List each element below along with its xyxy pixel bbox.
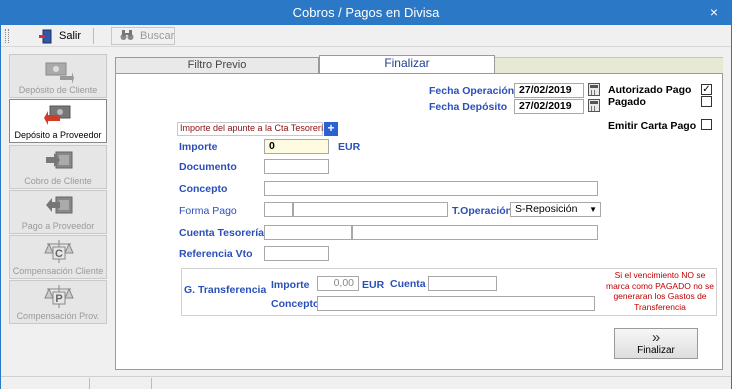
tab-finalizar[interactable]: Finalizar — [319, 55, 495, 74]
importe-currency: EUR — [338, 141, 361, 153]
transfer-currency: EUR — [362, 279, 385, 291]
exit-button[interactable]: Salir — [37, 27, 82, 45]
sidebar-item-compensacion-prov[interactable]: P Compensación Prov. — [9, 280, 107, 324]
tab-strip: Filtro Previo Finalizar — [115, 55, 723, 74]
grip-icon[interactable] — [5, 29, 9, 43]
finalizar-button-label: Finalizar — [637, 345, 675, 356]
emitir-carta-pago-checkbox[interactable] — [701, 119, 712, 130]
status-divider — [89, 378, 90, 389]
sidebar-item-deposito-proveedor[interactable]: Depósito a Proveedor — [9, 99, 107, 143]
forma-pago-code-field[interactable] — [264, 202, 293, 217]
cuenta-tesoreria-desc-field[interactable] — [352, 225, 598, 240]
transfer-cuenta-field[interactable] — [428, 276, 497, 291]
emitir-carta-pago-label: Emitir Carta Pago — [608, 120, 697, 132]
transfer-importe-label: Importe — [271, 279, 310, 291]
main-window: Cobros / Pagos en Divisa × Salir Buscar … — [0, 0, 732, 389]
cuenta-tesoreria-code-field[interactable] — [264, 225, 352, 240]
toolbar-separator — [93, 28, 94, 44]
importe-field[interactable]: 0 — [264, 139, 329, 154]
documento-label: Documento — [179, 161, 237, 173]
sidebar-item-label: Depósito de Cliente — [18, 85, 98, 95]
concepto-field[interactable] — [264, 181, 598, 196]
pagado-checkbox[interactable] — [701, 96, 712, 107]
add-button[interactable]: + — [324, 122, 338, 136]
scale-p-icon: P — [44, 284, 74, 310]
title-bar[interactable]: Cobros / Pagos en Divisa × — [1, 1, 731, 25]
sidebar-item-label: Pago a Proveedor — [21, 221, 95, 231]
transfer-cuenta-label: Cuenta — [390, 278, 426, 290]
double-chevron-icon: » — [651, 329, 661, 346]
sidebar-item-deposito-cliente[interactable]: Depósito de Cliente — [9, 54, 107, 98]
safe-in-icon — [44, 149, 74, 175]
transfer-importe-field[interactable]: 0,00 — [317, 276, 359, 291]
g-transferencia-label: G. Transferencia — [184, 284, 267, 296]
forma-pago-desc-field[interactable] — [293, 202, 448, 217]
fecha-operacion-label: Fecha Operación — [429, 85, 515, 97]
chevron-down-icon: ▼ — [589, 205, 597, 214]
close-button[interactable]: × — [697, 1, 731, 25]
finalizar-button[interactable]: » Finalizar — [614, 328, 698, 359]
pagado-label: Pagado — [608, 96, 646, 108]
exit-door-icon — [37, 29, 53, 44]
calendar-icon[interactable] — [588, 83, 600, 96]
fecha-deposito-field[interactable]: 27/02/2019 — [514, 99, 584, 114]
documento-field[interactable] — [264, 159, 329, 174]
search-label: Buscar — [140, 30, 175, 42]
exit-label: Salir — [59, 30, 82, 42]
forma-pago-label: Forma Pago — [179, 205, 237, 217]
tab-filtro-previo[interactable]: Filtro Previo — [115, 57, 319, 74]
sidebar-item-label: Depósito a Proveedor — [14, 130, 102, 140]
sidebar: Depósito de Cliente Depósito a Proveedor… — [9, 54, 107, 330]
referencia-vto-label: Referencia Vto — [179, 248, 253, 260]
transfer-note: Si el vencimiento NO se marca como PAGAD… — [605, 270, 715, 312]
transfer-concepto-label: Concepto — [271, 298, 320, 310]
status-divider — [151, 378, 152, 389]
autorizado-pago-checkbox[interactable]: ✓ — [701, 84, 712, 95]
t-operacion-value: S-Reposición — [515, 203, 578, 215]
t-operacion-select[interactable]: S-Reposición ▼ — [510, 202, 601, 217]
autorizado-pago-label: Autorizado Pago — [608, 84, 692, 96]
money-withdraw-icon — [44, 103, 74, 129]
scale-letter: C — [55, 248, 63, 260]
sidebar-item-pago-proveedor[interactable]: Pago a Proveedor — [9, 190, 107, 234]
referencia-vto-field[interactable] — [264, 246, 329, 261]
concepto-label: Concepto — [179, 183, 228, 195]
binoculars-icon — [120, 29, 134, 44]
money-deposit-icon — [44, 58, 74, 84]
safe-out-icon — [44, 194, 74, 220]
cuenta-tesoreria-label: Cuenta Tesorería — [179, 227, 264, 239]
sidebar-item-label: Compensación Prov. — [16, 311, 100, 321]
importe-apunte-label: Importe del apunte a la Cta Tesorería — [180, 123, 329, 133]
scale-c-icon: C — [44, 239, 74, 265]
scale-letter: P — [55, 293, 62, 305]
status-bar — [1, 376, 731, 389]
fecha-operacion-field[interactable]: 27/02/2019 — [514, 83, 584, 98]
sidebar-item-compensacion-cliente[interactable]: C Compensación Cliente — [9, 235, 107, 279]
t-operacion-label: T.Operación — [452, 205, 513, 217]
window-title: Cobros / Pagos en Divisa — [292, 5, 440, 20]
calendar-icon[interactable] — [588, 99, 600, 112]
sidebar-item-label: Cobro de Cliente — [24, 176, 92, 186]
fecha-deposito-label: Fecha Depósito — [429, 101, 508, 113]
sidebar-item-cobro-cliente[interactable]: Cobro de Cliente — [9, 145, 107, 189]
transfer-concepto-field[interactable] — [317, 296, 595, 311]
toolbar: Salir Buscar — [1, 25, 731, 47]
tab-strip-filler — [495, 57, 723, 73]
search-button[interactable]: Buscar — [111, 27, 175, 45]
importe-label: Importe — [179, 141, 218, 153]
finalizar-panel — [115, 73, 723, 370]
sidebar-item-label: Compensación Cliente — [12, 266, 104, 276]
